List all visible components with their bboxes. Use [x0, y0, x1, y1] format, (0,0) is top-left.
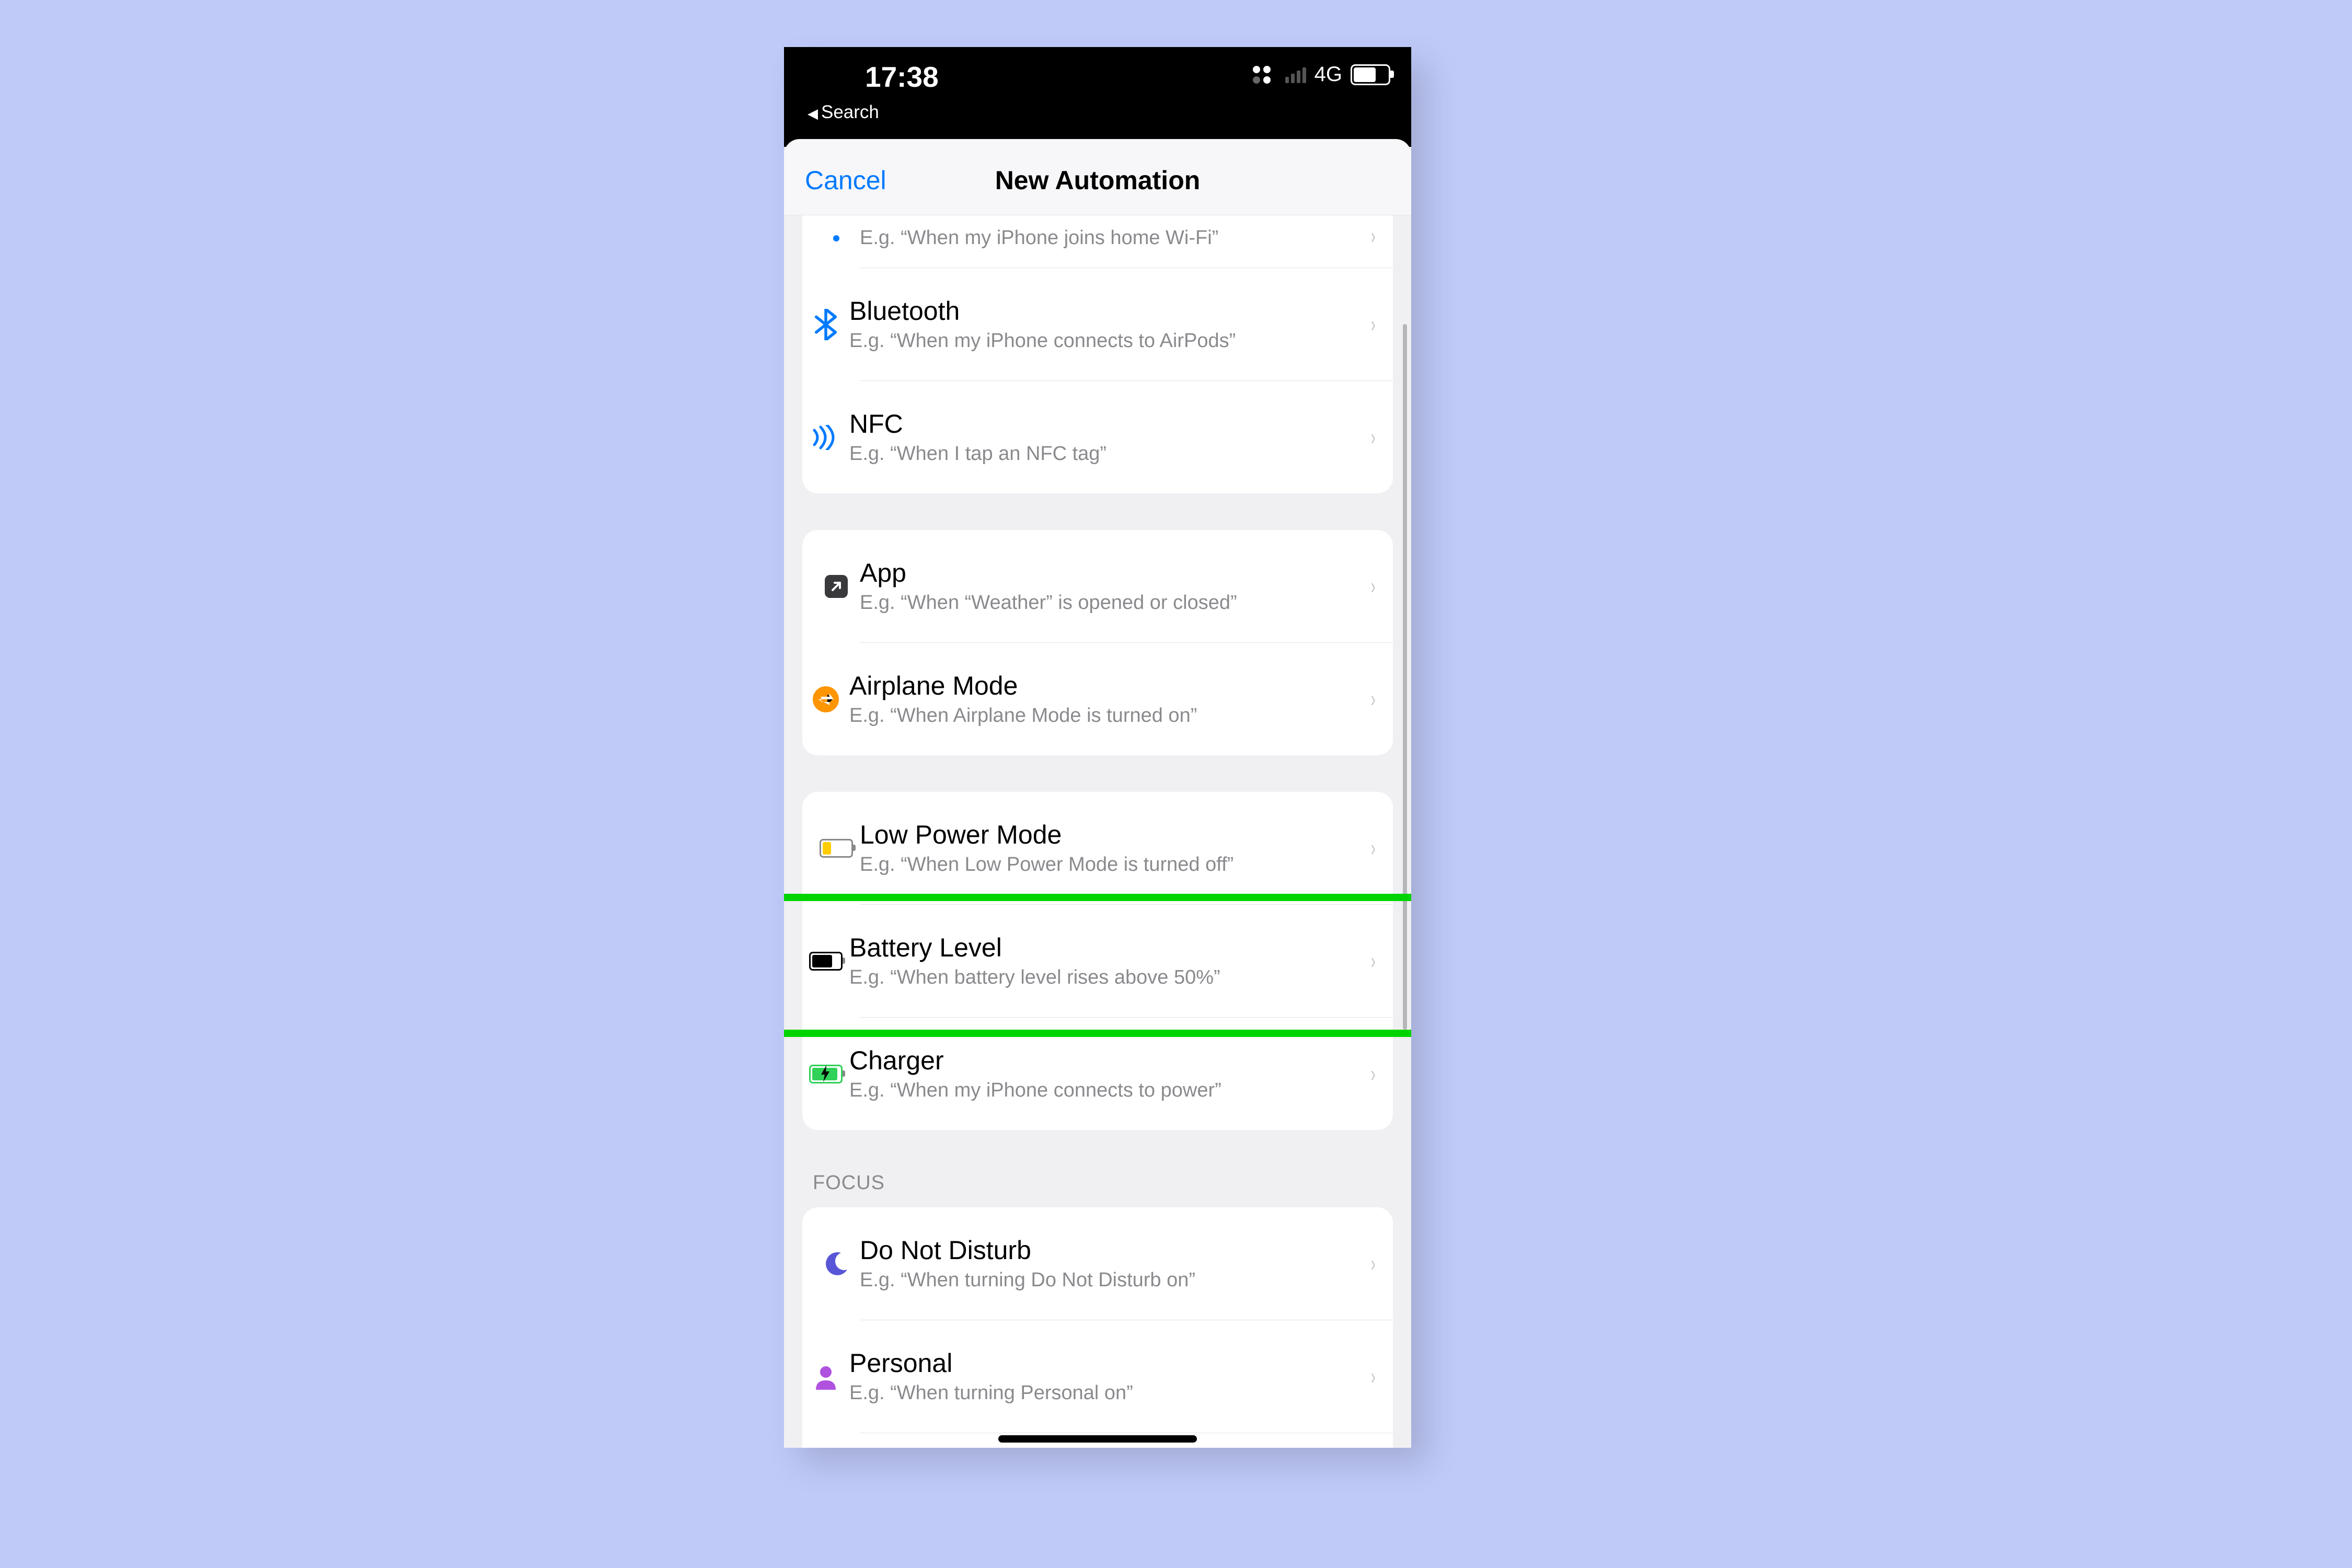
person-icon [802, 1364, 849, 1390]
row-subtitle: E.g. “When battery level rises above 50%… [849, 966, 1359, 989]
signal-bars-icon [1285, 66, 1306, 83]
row-wifi[interactable]: E.g. “When my iPhone joins home Wi-Fi” › [802, 215, 1393, 268]
row-title: Low Power Mode [860, 820, 1359, 850]
row-title: Do Not Disturb [860, 1236, 1359, 1266]
scroll-indicator [1403, 324, 1407, 1030]
nfc-icon [802, 425, 849, 450]
sheet-title: New Automation [784, 165, 1411, 195]
chevron-right-icon: › [1371, 223, 1376, 249]
phone-frame: 17:38 Search 4G Cancel New Automation [784, 47, 1411, 1448]
row-subtitle: E.g. “When “Weather” is opened or closed… [860, 592, 1359, 614]
chevron-right-icon: › [1371, 835, 1376, 861]
app-icon [813, 573, 860, 600]
row-charger[interactable]: Charger E.g. “When my iPhone connects to… [860, 1017, 1393, 1130]
group-power: Low Power Mode E.g. “When Low Power Mode… [802, 792, 1393, 1130]
row-subtitle: E.g. “When my iPhone connects to power” [849, 1079, 1359, 1102]
chevron-right-icon: › [1371, 948, 1376, 974]
moon-icon [813, 1250, 860, 1278]
row-app[interactable]: App E.g. “When “Weather” is opened or cl… [802, 530, 1393, 642]
row-nfc[interactable]: NFC E.g. “When I tap an NFC tag” › [860, 381, 1393, 493]
status-right: 4G [1253, 63, 1390, 86]
sheet-header: Cancel New Automation [784, 139, 1411, 215]
status-time: 17:38 [865, 60, 939, 94]
group-app: App E.g. “When “Weather” is opened or cl… [802, 530, 1393, 755]
battery-status-icon [1351, 64, 1390, 85]
row-subtitle: E.g. “When my iPhone joins home Wi-Fi” [860, 227, 1359, 249]
chevron-right-icon: › [1371, 1251, 1376, 1277]
row-subtitle: E.g. “When turning Do Not Disturb on” [860, 1269, 1359, 1292]
row-title: Battery Level [849, 933, 1359, 963]
row-personal[interactable]: Personal E.g. “When turning Personal on”… [860, 1320, 1393, 1433]
row-low-power-mode[interactable]: Low Power Mode E.g. “When Low Power Mode… [802, 792, 1393, 904]
network-label: 4G [1315, 63, 1342, 86]
chevron-right-icon: › [1371, 312, 1376, 338]
bluetooth-icon [802, 309, 849, 340]
chevron-right-icon: › [1371, 573, 1376, 599]
row-title: Charger [849, 1046, 1359, 1076]
row-subtitle: E.g. “When Airplane Mode is turned on” [849, 705, 1359, 727]
row-title: Personal [849, 1348, 1359, 1379]
airplane-icon [802, 685, 849, 713]
row-do-not-disturb[interactable]: Do Not Disturb E.g. “When turning Do Not… [802, 1207, 1393, 1320]
status-bar: 17:38 Search 4G [784, 47, 1411, 139]
battery-level-icon [802, 952, 849, 971]
low-power-icon [813, 839, 860, 858]
wifi-icon [813, 231, 860, 241]
row-battery-level[interactable]: Battery Level E.g. “When battery level r… [860, 904, 1393, 1017]
row-bluetooth[interactable]: Bluetooth E.g. “When my iPhone connects … [860, 268, 1393, 381]
trigger-list[interactable]: E.g. “When my iPhone joins home Wi-Fi” ›… [784, 215, 1411, 1448]
home-indicator[interactable] [998, 1435, 1197, 1443]
row-title: Airplane Mode [849, 671, 1359, 701]
back-to-search[interactable]: Search [808, 102, 879, 123]
section-header-focus: FOCUS [813, 1172, 1393, 1194]
row-title: NFC [849, 409, 1359, 440]
chevron-right-icon: › [1371, 424, 1376, 451]
row-subtitle: E.g. “When Low Power Mode is turned off” [860, 854, 1359, 876]
row-title: Bluetooth [849, 296, 1359, 327]
row-subtitle: E.g. “When turning Personal on” [849, 1382, 1359, 1404]
group-connectivity: E.g. “When my iPhone joins home Wi-Fi” ›… [802, 215, 1393, 493]
row-airplane-mode[interactable]: Airplane Mode E.g. “When Airplane Mode i… [860, 642, 1393, 755]
group-focus: Do Not Disturb E.g. “When turning Do Not… [802, 1207, 1393, 1448]
chevron-right-icon: › [1371, 1364, 1376, 1390]
row-title: App [860, 558, 1359, 589]
row-subtitle: E.g. “When I tap an NFC tag” [849, 443, 1359, 465]
charger-icon [802, 1065, 849, 1083]
chevron-right-icon: › [1371, 1061, 1376, 1087]
row-subtitle: E.g. “When my iPhone connects to AirPods… [849, 330, 1359, 352]
chevron-right-icon: › [1371, 686, 1376, 712]
dual-sim-icon [1253, 66, 1277, 84]
